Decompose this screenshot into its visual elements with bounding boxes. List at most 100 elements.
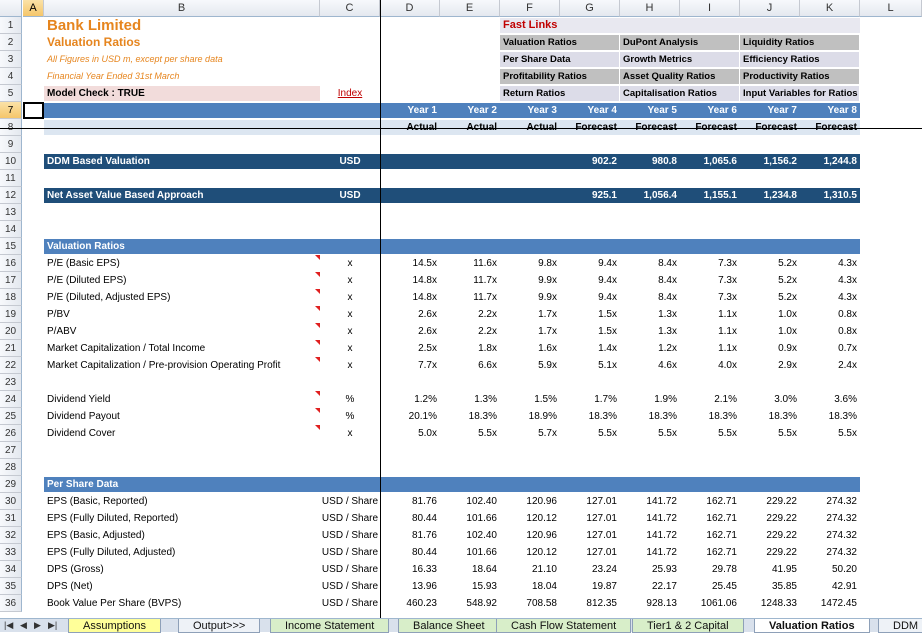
- row-header-17[interactable]: 17: [0, 272, 22, 289]
- valuation-ratio-value: 4.6x: [658, 360, 677, 371]
- per-share-value: 41.95: [771, 564, 797, 575]
- row-header-27[interactable]: 27: [0, 442, 22, 459]
- spreadsheet-grid[interactable]: ABCDEFGHIJKL 123457891011121314151617181…: [0, 0, 922, 618]
- row-header-25[interactable]: 25: [0, 408, 22, 425]
- row-header-21[interactable]: 21: [0, 340, 22, 357]
- valuation-ratio-value: 5.1x: [598, 360, 617, 371]
- row-header-33[interactable]: 33: [0, 544, 22, 561]
- row-header-9[interactable]: 9: [0, 136, 22, 153]
- sheet-tab-valuation-ratios[interactable]: Valuation Ratios: [754, 619, 870, 633]
- row-header-10[interactable]: 10: [0, 153, 22, 170]
- first-sheet-icon[interactable]: |◀: [4, 620, 13, 631]
- row-header-18[interactable]: 18: [0, 289, 22, 306]
- row-header-28[interactable]: 28: [0, 459, 22, 476]
- valuation-ratio-value: 14.8x: [412, 292, 437, 303]
- per-share-value: 80.44: [411, 513, 437, 524]
- valuation-ratio-value: 14.8x: [412, 275, 437, 286]
- per-share-value: 127.01: [586, 530, 617, 541]
- valuation-ratio-value: 8.4x: [658, 275, 677, 286]
- dividend-ratio-unit: %: [345, 394, 355, 405]
- sheet-tab-balance-sheet[interactable]: Balance Sheet: [398, 619, 500, 633]
- row-header-29[interactable]: 29: [0, 476, 22, 493]
- valuation-ratio-label: P/E (Basic EPS): [47, 258, 120, 269]
- row-header-32[interactable]: 32: [0, 527, 22, 544]
- column-header-i[interactable]: I: [680, 0, 740, 17]
- sheet-tab-tier1-2-capital[interactable]: Tier1 & 2 Capital: [632, 619, 744, 633]
- per-share-value: 15.93: [471, 581, 497, 592]
- fast-link-asset-quality-ratios[interactable]: Asset Quality Ratios: [620, 69, 739, 84]
- row-header-7[interactable]: 7: [0, 102, 22, 119]
- column-header-h[interactable]: H: [620, 0, 680, 17]
- row-header-26[interactable]: 26: [0, 425, 22, 442]
- fast-link-per-share-data[interactable]: Per Share Data: [500, 52, 619, 67]
- row-header-12[interactable]: 12: [0, 187, 22, 204]
- index-link[interactable]: Index: [320, 85, 380, 102]
- column-header-e[interactable]: E: [440, 0, 500, 17]
- column-header-g[interactable]: G: [560, 0, 620, 17]
- row-header-22[interactable]: 22: [0, 357, 22, 374]
- fast-link-valuation-ratios[interactable]: Valuation Ratios: [500, 35, 619, 50]
- valuation-ratio-label: P/ABV: [47, 326, 77, 337]
- row-header-35[interactable]: 35: [0, 578, 22, 595]
- sheet-tab-assumptions[interactable]: Assumptions: [68, 619, 161, 633]
- row-header-20[interactable]: 20: [0, 323, 22, 340]
- year-label: Year 4: [587, 105, 617, 116]
- row-header-11[interactable]: 11: [0, 170, 22, 187]
- row-header-13[interactable]: 13: [0, 204, 22, 221]
- per-share-value: 127.01: [586, 547, 617, 558]
- row-header-31[interactable]: 31: [0, 510, 22, 527]
- fast-link-profitability-ratios[interactable]: Profitability Ratios: [500, 69, 619, 84]
- nav-valuation-label: Net Asset Value Based Approach: [47, 190, 204, 201]
- fast-link-efficiency-ratios[interactable]: Efficiency Ratios: [740, 52, 859, 67]
- column-header-k[interactable]: K: [800, 0, 860, 17]
- row-header-30[interactable]: 30: [0, 493, 22, 510]
- sheet-tab-ddm-b[interactable]: DDM B: [878, 619, 922, 633]
- row-header-15[interactable]: 15: [0, 238, 22, 255]
- next-sheet-icon[interactable]: ▶: [34, 620, 41, 631]
- dividend-ratio-value: 1.3%: [474, 394, 497, 405]
- column-header-c[interactable]: C: [320, 0, 380, 17]
- column-header-f[interactable]: F: [500, 0, 560, 17]
- fast-link-return-ratios[interactable]: Return Ratios: [500, 86, 619, 101]
- row-header-34[interactable]: 34: [0, 561, 22, 578]
- select-all-corner[interactable]: [0, 0, 22, 17]
- row-header-3[interactable]: 3: [0, 51, 22, 68]
- row-header-19[interactable]: 19: [0, 306, 22, 323]
- column-header-l[interactable]: L: [860, 0, 922, 17]
- row-header-1[interactable]: 1: [0, 17, 22, 34]
- column-header-b[interactable]: B: [44, 0, 320, 17]
- fast-link-productivity-ratios[interactable]: Productivity Ratios: [740, 69, 859, 84]
- fast-link-dupont-analysis[interactable]: DuPont Analysis: [620, 35, 739, 50]
- sheet-row-24: Dividend Yield% 1.2% 1.3% 1.5% 1.7% 1.9% 2.1% 3…: [23, 391, 922, 408]
- selected-cell-a7[interactable]: [23, 102, 44, 119]
- fast-link-liquidity-ratios[interactable]: Liquidity Ratios: [740, 35, 859, 50]
- sheet-row-3: All Figures in USD m, except per share d…: [23, 51, 922, 68]
- sheet-tab-income-statement[interactable]: Income Statement: [270, 619, 390, 633]
- year-label: Year 7: [767, 105, 797, 116]
- last-sheet-icon[interactable]: ▶|: [48, 620, 57, 631]
- row-header-4[interactable]: 4: [0, 68, 22, 85]
- row-header-23[interactable]: 23: [0, 374, 22, 391]
- column-header-a[interactable]: A: [23, 0, 44, 17]
- dividend-ratio-label: Dividend Cover: [47, 428, 116, 439]
- fast-link-capitalisation-ratios[interactable]: Capitalisation Ratios: [620, 86, 739, 101]
- row-header-36[interactable]: 36: [0, 595, 22, 612]
- fast-link-input-variables-for-ratios[interactable]: Input Variables for Ratios: [740, 86, 859, 101]
- row-header-16[interactable]: 16: [0, 255, 22, 272]
- valuation-ratio-value: 7.3x: [718, 292, 737, 303]
- valuation-ratio-value: 6.6x: [478, 360, 497, 371]
- row-header-24[interactable]: 24: [0, 391, 22, 408]
- prev-sheet-icon[interactable]: ◀: [20, 620, 27, 631]
- sheet-row-7: Year 1 Year 2 Year 3 Year 4 Year 5 Year 6 Year…: [23, 102, 922, 119]
- row-header-2[interactable]: 2: [0, 34, 22, 51]
- sheet-tab-cash-flow-statement[interactable]: Cash Flow Statement: [496, 619, 632, 633]
- sheet-tab-output-[interactable]: Output>>>: [178, 619, 261, 633]
- per-share-value: 81.76: [411, 530, 437, 541]
- freeze-pane-horizontal: [0, 128, 922, 129]
- sheet-row-26: Dividend Cover x 5.0x 5.5x 5.7x 5.5x 5.5x 5.5x 5…: [23, 425, 922, 442]
- fast-link-growth-metrics[interactable]: Growth Metrics: [620, 52, 739, 67]
- row-header-5[interactable]: 5: [0, 85, 22, 102]
- column-header-d[interactable]: D: [380, 0, 440, 17]
- row-header-14[interactable]: 14: [0, 221, 22, 238]
- column-header-j[interactable]: J: [740, 0, 800, 17]
